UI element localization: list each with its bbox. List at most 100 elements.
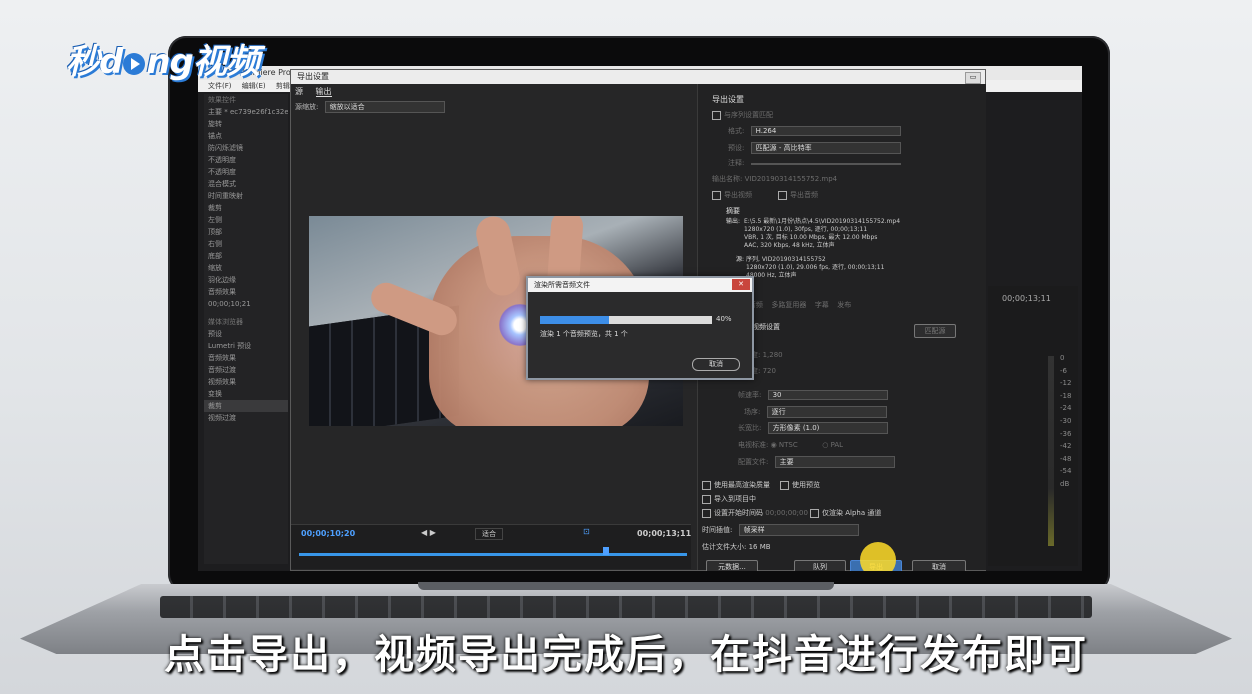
left-item: 羽化边缘	[208, 276, 236, 284]
framerate-select[interactable]: 30	[767, 390, 888, 400]
file-size-value: 16 MB	[748, 543, 771, 551]
menu-clip[interactable]: 剪辑	[268, 82, 290, 90]
field-order-select[interactable]: 逐行	[766, 406, 887, 418]
logo-text-left: 秒d	[66, 42, 123, 82]
cancel-button[interactable]: 取消	[912, 560, 966, 571]
menu-edit[interactable]: 编辑(E)	[234, 82, 266, 90]
aspect-select[interactable]: 方形像素 (1.0)	[767, 422, 888, 434]
program-audio-panel: 00;00;13;11 0 -6 -12 -18 -24 -30 -36 -42…	[988, 286, 1078, 566]
left-item: 裁剪	[208, 204, 222, 212]
output-name-link[interactable]: VID20190314155752.mp4	[745, 175, 838, 183]
laptop-hinge	[418, 582, 834, 590]
effects-item[interactable]: 视频效果	[204, 376, 288, 388]
file-size-row: 估计文件大小: 16 MB	[702, 543, 771, 551]
tv-standard-row: 电视标准: ◉ NTSC ○ PAL	[738, 441, 844, 449]
timecode-out: 00;00;13;11	[637, 529, 692, 538]
summary-source: 源: 序列, VID20190314155752 1280x720 (1.0),…	[736, 256, 885, 279]
metadata-button[interactable]: 元数据...	[706, 560, 758, 571]
summary-output: 输出: E:\5.5 最新\1月份\热点\4.5\VID201903141557…	[726, 218, 901, 249]
meter-label: dB	[1060, 479, 1070, 488]
render-cancel-button[interactable]: 取消	[692, 358, 740, 371]
tab-captions[interactable]: 字幕	[815, 301, 829, 309]
export-audio-checkbox[interactable]: 导出音频	[778, 190, 818, 200]
menu-file[interactable]: 文件(F)	[198, 82, 232, 90]
left-item: 锚点	[208, 132, 222, 140]
left-item: 不透明度	[208, 168, 236, 176]
use-previews-checkbox[interactable]: 使用预览	[780, 480, 820, 490]
ntsc-radio[interactable]: NTSC	[779, 441, 798, 449]
render-progress-fill	[540, 316, 609, 324]
queue-button[interactable]: 队列	[794, 560, 846, 571]
work-area-bar[interactable]	[299, 553, 687, 556]
width-value[interactable]: 1,280	[763, 351, 783, 359]
left-item: 音频效果	[208, 288, 236, 296]
export-video-checkbox[interactable]: 导出视频	[712, 190, 752, 200]
close-icon[interactable]: ▭	[965, 72, 981, 84]
format-select[interactable]: H.264	[750, 126, 901, 136]
panel-header[interactable]: 效果控件	[204, 94, 288, 106]
meter-label: -18	[1060, 391, 1072, 400]
set-start-timecode-checkbox[interactable]: 设置开始时间码 00;00;00;00	[702, 508, 808, 518]
comment-row: 注释:	[728, 158, 901, 168]
comment-input[interactable]	[750, 163, 901, 165]
profile-select[interactable]: 主要	[774, 456, 895, 468]
crop-icon[interactable]: ⊡	[583, 527, 590, 536]
meter-label: -12	[1060, 379, 1072, 388]
effects-item[interactable]: 裁剪	[204, 400, 288, 412]
export-dialog-title: 导出设置	[297, 72, 329, 81]
profile-row: 配置文件: 主要	[738, 456, 895, 468]
left-item: 缩放	[208, 264, 222, 272]
time-interp-row: 时间插值: 帧采样	[702, 524, 859, 536]
timecode-in[interactable]: 00;00;10;20	[301, 529, 355, 538]
render-status-message: 渲染 1 个音频预览，共 1 个	[540, 330, 628, 338]
render-progress-bar	[540, 316, 712, 324]
left-item: 旋转	[208, 120, 222, 128]
start-timecode-value[interactable]: 00;00;00;00	[765, 509, 808, 517]
height-value[interactable]: 720	[763, 367, 776, 375]
effects-item[interactable]: 视频过渡	[204, 412, 288, 424]
meter-label: -36	[1060, 429, 1072, 438]
tab-output[interactable]: 输出	[315, 87, 332, 97]
left-item: 底部	[208, 252, 222, 260]
effects-header[interactable]: 媒体浏览器	[204, 316, 288, 328]
close-icon[interactable]: ✕	[732, 279, 750, 290]
source-scaling: 源缩放: 缩放以适合	[295, 101, 445, 113]
audio-meter	[1048, 356, 1054, 546]
mark-in-out-icon[interactable]: ◀ ▶	[421, 528, 436, 537]
tab-source[interactable]: 源	[295, 87, 303, 96]
time-interp-select[interactable]: 帧采样	[738, 524, 859, 536]
meter-label: -48	[1060, 454, 1072, 463]
preview-timeline: 00;00;10;20 ◀ ▶ 适合 ⊡ 00;00;13;11	[291, 524, 691, 569]
source-scaling-label: 源缩放:	[295, 103, 319, 111]
meter-label: 0	[1060, 354, 1065, 362]
preset-select[interactable]: 匹配源 - 高比特率	[750, 142, 901, 154]
meter-label: -24	[1060, 404, 1072, 413]
tab-publish[interactable]: 发布	[837, 301, 851, 309]
match-source-button[interactable]: 匹配源	[914, 324, 956, 338]
source-scaling-select[interactable]: 缩放以适合	[324, 101, 445, 113]
meter-label: -6	[1060, 366, 1067, 375]
tab-multiplexer[interactable]: 多路复用器	[771, 301, 806, 309]
left-item: 00;00;10;21	[208, 300, 251, 308]
left-item: 不透明度	[208, 156, 236, 164]
playhead[interactable]	[603, 547, 609, 555]
pal-radio[interactable]: PAL	[831, 441, 843, 449]
fit-select[interactable]: 适合	[475, 528, 503, 540]
meter-label: -30	[1060, 416, 1072, 425]
import-project-checkbox[interactable]: 导入到项目中	[702, 494, 756, 504]
meter-scale: 0 -6 -12 -18 -24 -30 -36 -42 -48 -54 dB	[1060, 352, 1071, 491]
effects-item[interactable]: 变换	[204, 388, 288, 400]
left-item: 右侧	[208, 240, 222, 248]
effects-item[interactable]: Lumetri 预设	[204, 340, 288, 352]
effects-item[interactable]: 预设	[204, 328, 288, 340]
dialog-tabs: 源 输出	[295, 86, 342, 97]
max-render-quality-checkbox[interactable]: 使用最高渲染质量	[702, 480, 770, 490]
output-name-row: 输出名称: VID20190314155752.mp4	[712, 175, 838, 183]
render-dialog-title: 渲染所需音频文件	[534, 281, 590, 289]
effects-item[interactable]: 音频效果	[204, 352, 288, 364]
effects-item[interactable]: 音频过渡	[204, 364, 288, 376]
laptop-keyboard	[160, 596, 1092, 618]
render-alpha-checkbox[interactable]: 仅渲染 Alpha 通道	[810, 508, 881, 518]
match-sequence-checkbox[interactable]: 与序列设置匹配	[712, 110, 773, 120]
meter-label: -42	[1060, 442, 1072, 451]
